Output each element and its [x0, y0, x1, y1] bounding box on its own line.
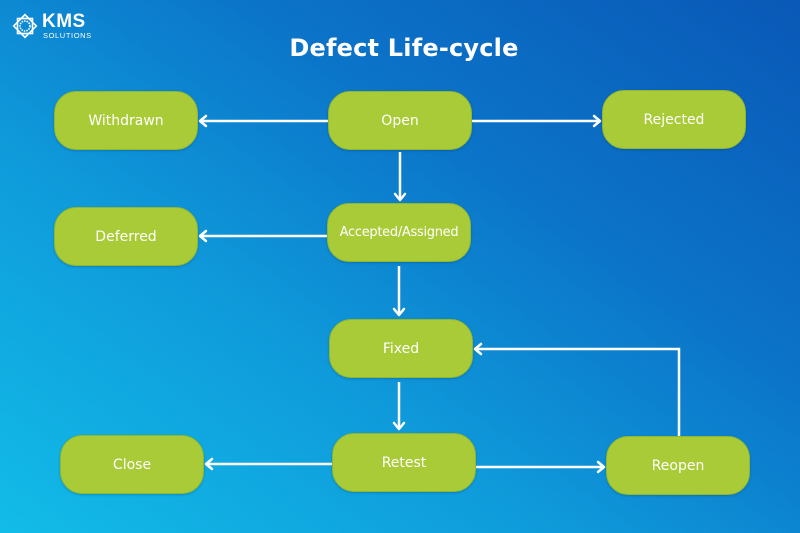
diagram-canvas: KMS SOLUTIONS Defect Life-cycle Withdraw…	[0, 0, 800, 533]
edge-reopen-to-fixed	[473, 342, 681, 436]
node-close[interactable]: Close	[60, 435, 204, 494]
node-label: Fixed	[382, 340, 420, 357]
node-open[interactable]: Open	[328, 91, 472, 150]
node-label: Open	[381, 112, 419, 129]
edge-open-to-accepted	[393, 152, 407, 202]
node-withdrawn[interactable]: Withdrawn	[54, 91, 198, 150]
node-accepted-assigned[interactable]: Accepted/Assigned	[327, 203, 471, 262]
node-rejected[interactable]: Rejected	[602, 90, 746, 149]
edge-open-to-rejected	[472, 114, 602, 128]
edge-retest-to-reopen	[476, 460, 606, 474]
node-label: Retest	[381, 454, 427, 471]
edge-open-to-withdrawn	[198, 114, 328, 128]
edge-accepted-to-fixed	[392, 266, 406, 317]
node-label: Withdrawn	[88, 112, 164, 129]
node-fixed[interactable]: Fixed	[329, 319, 473, 378]
node-label: Rejected	[643, 111, 705, 128]
edge-retest-to-close	[204, 457, 332, 471]
node-label: Close	[112, 456, 152, 473]
node-label: Reopen	[651, 457, 705, 474]
node-deferred[interactable]: Deferred	[54, 207, 198, 266]
node-reopen[interactable]: Reopen	[606, 436, 750, 495]
node-label: Accepted/Assigned	[339, 225, 459, 240]
node-retest[interactable]: Retest	[332, 433, 476, 492]
node-label: Deferred	[95, 228, 157, 245]
edge-accepted-to-deferred	[198, 229, 327, 243]
edge-fixed-to-retest	[392, 382, 406, 431]
